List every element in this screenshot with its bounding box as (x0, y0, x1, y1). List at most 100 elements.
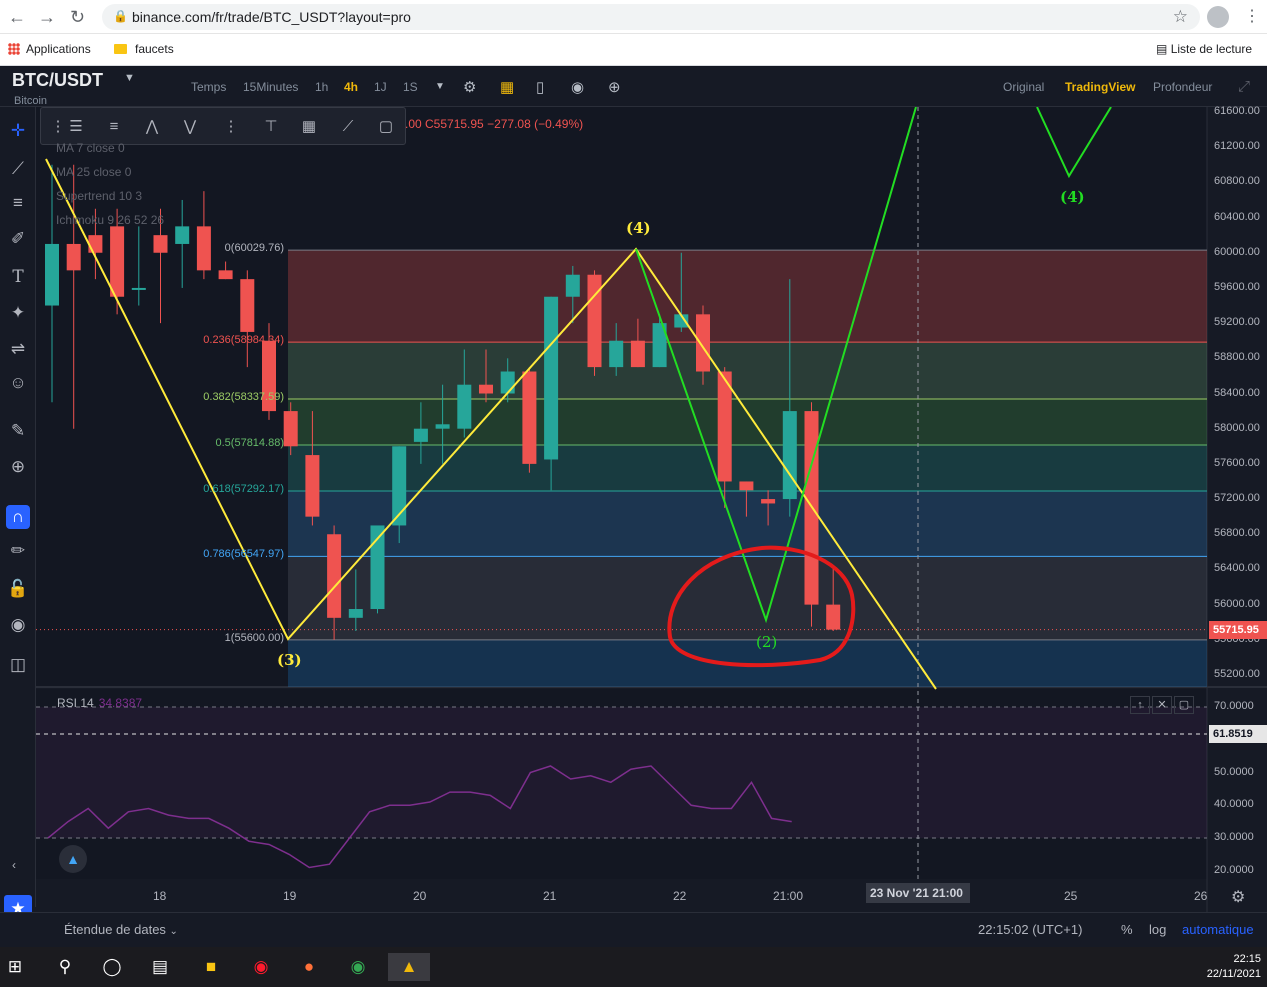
candle-body (522, 371, 537, 464)
crosshair-icon[interactable]: ✛ (6, 119, 30, 143)
date-range-button[interactable]: Étendue de dates ⌄ (64, 922, 178, 937)
indicator-ma25[interactable]: MA 25 close 0 (56, 165, 131, 179)
zoom-in-icon[interactable]: ⊕ (6, 455, 30, 479)
time-tick-label: 25 (1064, 889, 1078, 903)
eye-icon[interactable]: ◉ (6, 613, 30, 637)
percent-toggle[interactable]: % (1121, 922, 1133, 937)
view-tradingview[interactable]: TradingView (1065, 80, 1135, 94)
wave-label-4-future: (4) (1060, 188, 1085, 206)
log-toggle[interactable]: log (1149, 922, 1166, 937)
clock[interactable]: 22:15:02 (UTC+1) (978, 922, 1082, 937)
tradingview-logo-icon[interactable]: ▲ (59, 845, 87, 873)
tf-4h[interactable]: 4h (344, 80, 358, 94)
tf-1s[interactable]: 1S (403, 80, 418, 94)
line-tool-icon[interactable]: ⟋ (333, 113, 363, 141)
chrome-icon[interactable]: ◉ (343, 953, 373, 981)
indicator-ichimoku[interactable]: Ichimoku 9 26 52 26 (56, 213, 164, 227)
reading-list[interactable]: ▤ Liste de lecture (1156, 42, 1252, 56)
system-tray-clock[interactable]: 22:15 22/11/2021 (1207, 952, 1261, 982)
draw-mode-icon[interactable]: ✏ (6, 539, 30, 563)
view-original[interactable]: Original (1003, 80, 1044, 94)
move-up-icon[interactable]: ↑ (1130, 696, 1150, 714)
elliott-impulse-icon[interactable]: ⋀ (137, 113, 167, 141)
fib-extension-icon[interactable]: ≡ (99, 113, 129, 141)
lock-drawings-icon[interactable]: 🔓 (6, 577, 30, 601)
indicator-supertrend[interactable]: Supertrend 10 3 (56, 189, 142, 203)
tf-dropdown-icon[interactable]: ▼ (435, 81, 445, 92)
emoji-icon[interactable]: ☺ (6, 371, 30, 395)
search-icon[interactable]: ⚲ (50, 953, 80, 981)
bookmark-faucets[interactable]: faucets (114, 42, 174, 56)
candle-body (175, 226, 190, 244)
camera-icon[interactable]: ◉ (571, 78, 584, 96)
rsi-legend[interactable]: RSI 14 34.8387 (57, 696, 142, 710)
fib-level-label: 1(55600.00) (224, 631, 284, 644)
firefox-icon[interactable]: ● (294, 953, 324, 981)
rectangle-icon[interactable]: ▢ (371, 113, 401, 141)
price-tick-label: 58800.00 (1214, 351, 1260, 364)
auto-scale-toggle[interactable]: automatique (1182, 922, 1254, 937)
magnet-icon[interactable]: ∩ (6, 505, 30, 529)
collapse-icon[interactable]: ‹ (2, 853, 26, 877)
url-text: binance.com/fr/trade/BTC_USDT?layout=pro (132, 9, 411, 25)
candle-body (283, 411, 298, 447)
maximize-icon[interactable]: ▢ (1174, 696, 1194, 714)
pair-title[interactable]: BTC/USDT (12, 70, 103, 91)
lock-icon: 🔒 (113, 9, 128, 23)
url-bar[interactable]: 🔒 binance.com/fr/trade/BTC_USDT?layout=p… (102, 4, 1200, 30)
view-depth[interactable]: Profondeur (1153, 80, 1212, 94)
time-label: Temps (191, 80, 227, 94)
tf-15m[interactable]: 15Minutes (243, 80, 298, 94)
opera-icon[interactable]: ◉ (246, 953, 276, 981)
rsi-band (36, 707, 1207, 838)
date-badge: 23 Nov '21 21:00 (866, 883, 970, 903)
browser-menu-icon[interactable]: ⋮ (1244, 6, 1260, 26)
price-tick-label: 59600.00 (1214, 280, 1260, 293)
file-explorer-icon[interactable]: ■ (196, 953, 226, 981)
profile-avatar[interactable] (1207, 6, 1229, 28)
bookmark-applications[interactable]: Applications (8, 42, 91, 56)
text-tool-icon[interactable]: T (6, 265, 30, 289)
close-icon[interactable]: ✕ (1152, 696, 1172, 714)
elliott-correction-icon[interactable]: ⋁ (175, 113, 205, 141)
prediction-icon[interactable]: ⇌ (6, 337, 30, 361)
apps-grid-icon (8, 43, 20, 55)
windows-start-icon[interactable]: ⊞ (0, 953, 30, 981)
fib-zone (288, 250, 1207, 343)
tf-1j[interactable]: 1J (374, 80, 387, 94)
wave-label-2: (2) (756, 633, 778, 651)
trendline-icon[interactable]: ⟋ (6, 157, 30, 181)
chart-settings-icon[interactable]: ⚙ (1231, 887, 1245, 907)
left-toolbar: ✛ ⟋ ≡ ✐ T ✦ ⇌ ☺ ✎ ⊕ ∩ ✏ 🔓 ◉ ◫ ‹ (0, 107, 36, 907)
reading-list-icon: ▤ (1156, 42, 1168, 56)
app-active-icon[interactable]: ▲ (388, 953, 430, 981)
back-icon[interactable]: ← (8, 7, 26, 28)
cortana-icon[interactable]: ◯ (97, 953, 127, 981)
task-view-icon[interactable]: ▤ (145, 953, 175, 981)
tf-1h[interactable]: 1h (315, 80, 328, 94)
ruler-icon[interactable]: ✎ (6, 419, 30, 443)
price-tick-label: 57600.00 (1214, 456, 1260, 469)
pair-dropdown-icon[interactable]: ▼ (124, 72, 135, 84)
candle-type-icon[interactable]: ▯ (536, 78, 544, 96)
reload-icon[interactable]: ↻ (70, 7, 85, 28)
gann-icon[interactable]: ⊤ (256, 113, 286, 141)
position-icon[interactable]: ▦ (294, 113, 324, 141)
rsi-tick-label: 30.0000 (1214, 831, 1254, 843)
settings-sliders-icon[interactable]: ⚙ (463, 78, 476, 96)
brush-icon[interactable]: ✐ (6, 227, 30, 251)
trash-icon[interactable]: ◫ (6, 653, 30, 677)
add-icon[interactable]: ⊕ (608, 78, 621, 96)
fib-tool-icon[interactable]: ≡ (6, 191, 30, 215)
time-tick-label: 21 (543, 889, 557, 903)
indicators-icon[interactable]: ▦ (500, 78, 514, 96)
bookmark-star-icon[interactable]: ☆ (1173, 7, 1188, 27)
fib-retracement-icon[interactable]: ☰ (61, 113, 91, 141)
fullscreen-icon[interactable]: ⤢ (1238, 78, 1250, 95)
indicator-ma7[interactable]: MA 7 close 0 (56, 141, 125, 155)
bottom-bar: Étendue de dates ⌄ 22:15:02 (UTC+1) % lo… (0, 912, 1267, 947)
price-tick-label: 56400.00 (1214, 562, 1260, 575)
forward-icon[interactable]: → (38, 7, 56, 28)
pattern-icon[interactable]: ✦ (6, 301, 30, 325)
fib-channel-icon[interactable]: ⋮ (216, 113, 246, 141)
